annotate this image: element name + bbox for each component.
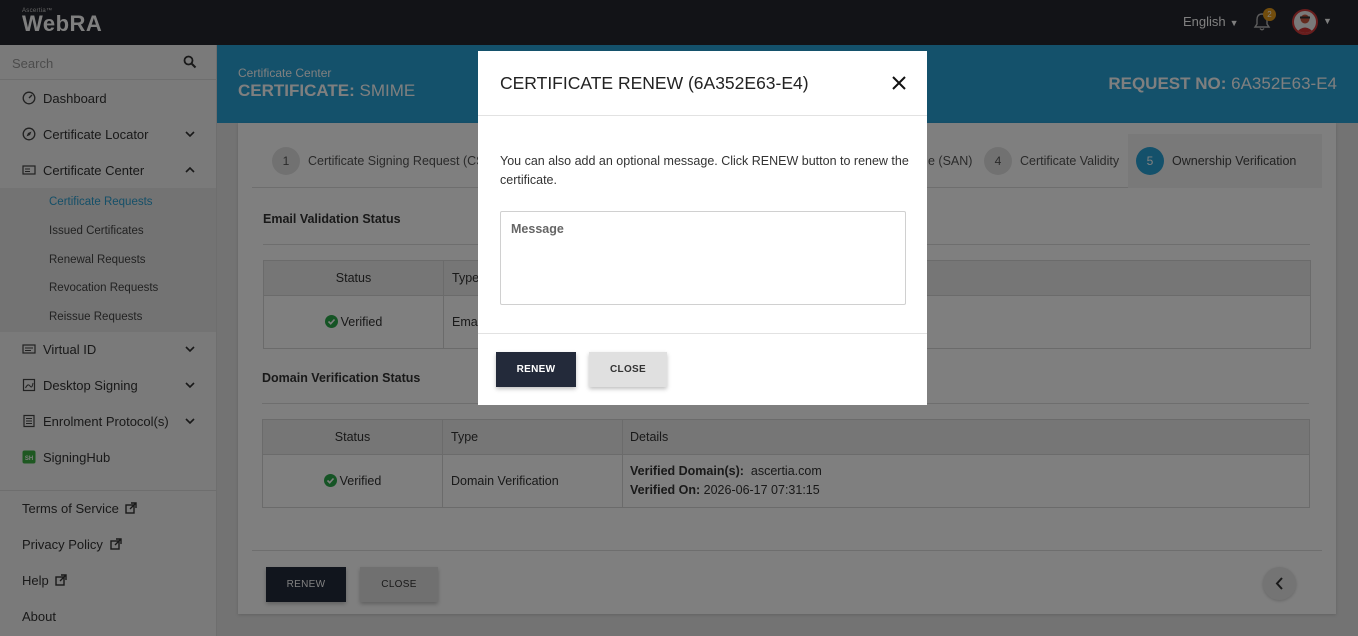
- dialog-footer-divider: [478, 333, 927, 334]
- dialog-renew-button[interactable]: RENEW: [496, 352, 576, 387]
- message-input[interactable]: [500, 211, 906, 305]
- dialog-close-button[interactable]: CLOSE: [589, 352, 667, 387]
- renew-dialog: CERTIFICATE RENEW (6A352E63-E4) You can …: [478, 51, 927, 405]
- dialog-title: CERTIFICATE RENEW (6A352E63-E4): [500, 73, 809, 93]
- dialog-message: You can also add an optional message. Cl…: [500, 154, 909, 187]
- close-icon[interactable]: [891, 75, 907, 91]
- dialog-header: CERTIFICATE RENEW (6A352E63-E4): [478, 51, 927, 116]
